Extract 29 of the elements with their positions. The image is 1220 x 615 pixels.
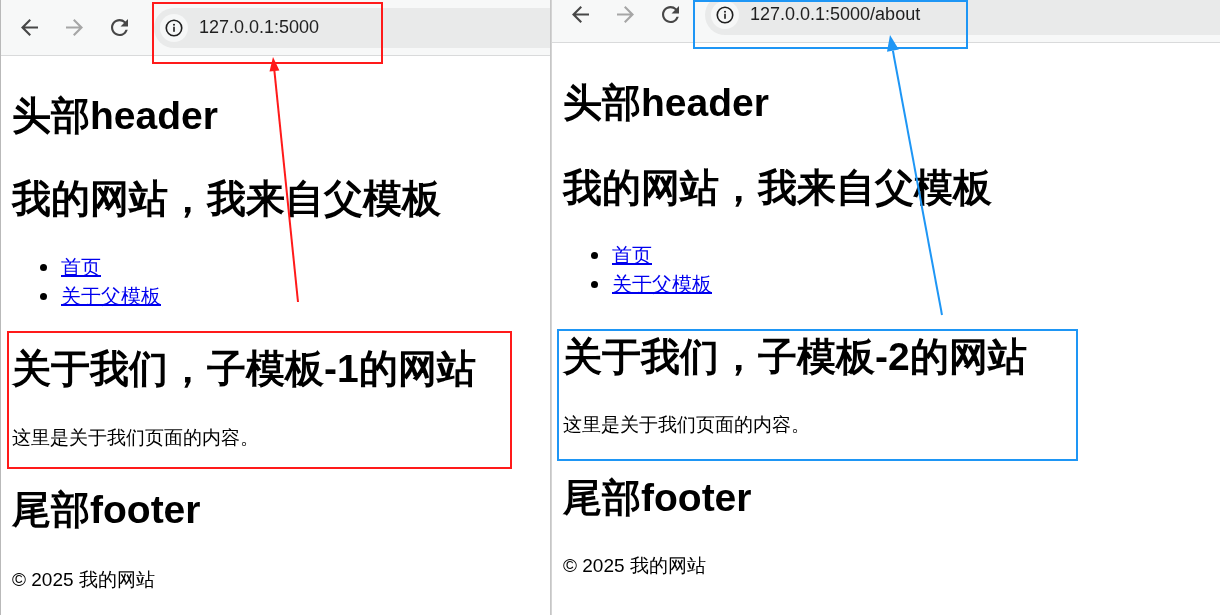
footer-heading: 尾部footer <box>563 474 753 521</box>
page-heading: 头部header <box>563 79 770 126</box>
reload-icon <box>110 19 128 36</box>
section-text: 这里是关于我们页面的内容。 <box>12 425 260 450</box>
bullet-icon <box>591 280 598 288</box>
left-arrow-icon <box>20 19 38 36</box>
nav-link[interactable]: 首页 <box>61 253 101 282</box>
address-bar[interactable]: 127.0.0.1:5000 <box>154 7 550 48</box>
bullet-icon <box>591 251 598 259</box>
reload-icon <box>661 6 679 23</box>
nav-link[interactable]: 关于父模板 <box>61 282 161 311</box>
left-arrow-icon <box>571 6 589 23</box>
bullet-icon <box>40 264 47 271</box>
section-heading: 关于我们，子模板-2的网站 <box>563 333 1028 380</box>
section-text: 这里是关于我们页面的内容。 <box>563 413 811 437</box>
nav-link[interactable]: 关于父模板 <box>612 269 712 299</box>
copyright-text: © 2025 我的网站 <box>12 567 156 592</box>
copyright-text: © 2025 我的网站 <box>563 554 707 578</box>
nav-link[interactable]: 首页 <box>612 240 652 270</box>
page-heading: 头部header <box>12 93 219 139</box>
section-heading: 关于我们，子模板-1的网站 <box>12 346 477 392</box>
address-bar[interactable]: 127.0.0.1:5000/about <box>705 0 1220 35</box>
footer-heading: 尾部footer <box>12 487 202 533</box>
info-icon <box>160 13 188 42</box>
site-title: 我的网站，我来自父模板 <box>12 176 442 222</box>
bullet-icon <box>40 293 47 300</box>
right-arrow-icon <box>616 6 634 23</box>
info-icon <box>711 0 739 29</box>
right-arrow-icon <box>65 19 83 36</box>
